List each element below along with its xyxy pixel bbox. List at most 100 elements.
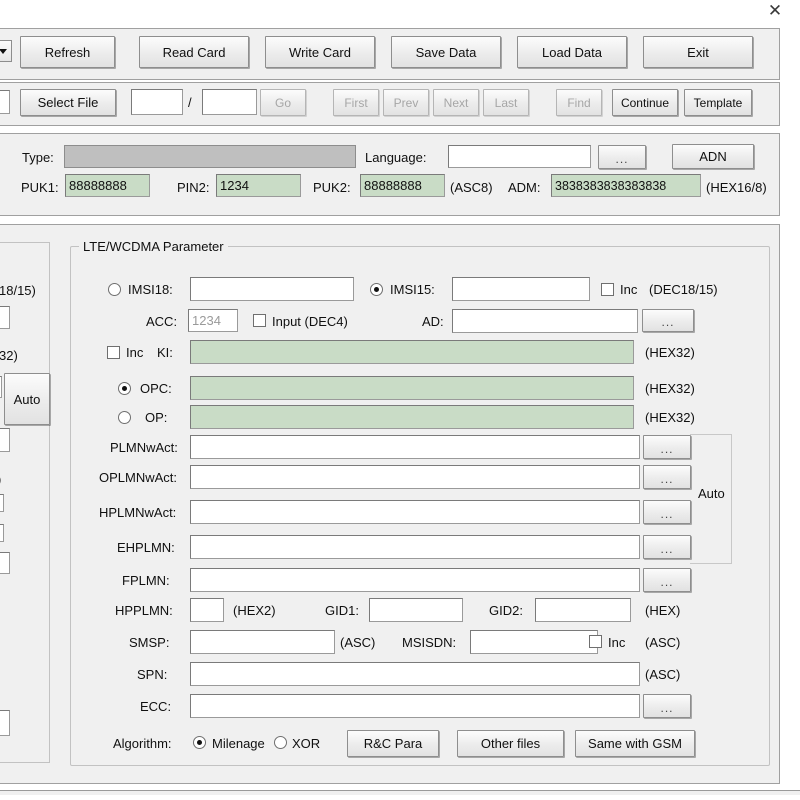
language-field[interactable] (448, 145, 591, 168)
ecc-field[interactable] (190, 694, 640, 718)
ki-inc-checkbox[interactable] (107, 346, 120, 359)
op-hint: (HEX32) (645, 410, 695, 425)
ecc-label: ECC: (140, 699, 172, 714)
ecc-browse-button[interactable]: ... (643, 694, 691, 718)
hpplmn-hint: (HEX2) (233, 603, 276, 618)
go-button[interactable]: Go (260, 89, 306, 116)
oplmnwact-browse-button[interactable]: ... (643, 465, 691, 489)
close-icon[interactable]: ✕ (766, 2, 784, 20)
record-index-input[interactable] (131, 89, 183, 115)
ki-field[interactable] (190, 340, 634, 364)
spn-field[interactable] (190, 662, 640, 686)
save-data-button[interactable]: Save Data (391, 36, 501, 68)
load-data-button[interactable]: Load Data (517, 36, 627, 68)
clipped-field-3[interactable] (0, 428, 10, 452)
acc-input-checkbox[interactable] (253, 314, 266, 327)
algorithm-xor-radio[interactable] (274, 736, 287, 749)
pin2-label: PIN2: (177, 180, 210, 195)
ad-browse-button[interactable]: ... (642, 309, 694, 332)
exit-button[interactable]: Exit (643, 36, 753, 68)
oplmnwact-field[interactable] (190, 465, 640, 489)
prev-label: Prev (393, 95, 419, 110)
file-path-field[interactable] (0, 90, 10, 114)
adn-button[interactable]: ADN (672, 144, 754, 169)
select-file-button[interactable]: Select File (20, 89, 116, 116)
type-label: Type: (22, 150, 54, 165)
op-radio[interactable] (118, 411, 131, 424)
imsi15-field[interactable] (452, 277, 590, 301)
rc-para-button[interactable]: R&C Para (347, 730, 439, 757)
imsi-inc-checkbox[interactable] (601, 283, 614, 296)
next-button[interactable]: Next (433, 89, 479, 116)
imsi18-radio[interactable] (108, 283, 121, 296)
read-card-button[interactable]: Read Card (139, 36, 249, 68)
last-button[interactable]: Last (483, 89, 529, 116)
imsi-hint: (DEC18/15) (649, 282, 718, 297)
fplmn-field[interactable] (190, 568, 640, 592)
first-button[interactable]: First (333, 89, 379, 116)
pin2-field[interactable]: 1234 (216, 174, 301, 197)
select-file-label: Select File (37, 95, 99, 110)
clipped-field-7[interactable] (0, 710, 10, 736)
next-label: Next (443, 95, 469, 110)
gid1-field[interactable] (369, 598, 463, 622)
plmnwact-field[interactable] (190, 435, 640, 459)
write-card-button[interactable]: Write Card (265, 36, 375, 68)
other-files-button[interactable]: Other files (457, 730, 564, 757)
refresh-label: Refresh (44, 44, 91, 60)
same-with-gsm-button[interactable]: Same with GSM (575, 730, 695, 757)
refresh-button[interactable]: Refresh (20, 36, 115, 68)
continue-button[interactable]: Continue (612, 89, 678, 116)
acc-value: 1234 (192, 313, 221, 328)
clipped-field-2[interactable] (0, 376, 2, 398)
puk2-field[interactable]: 88888888 (360, 174, 445, 197)
app-window: ✕ Refresh Read Card Write Card Save Data… (0, 0, 800, 800)
adm-field[interactable]: 3838383838383838 (551, 174, 701, 197)
ehplmn-browse-button[interactable]: ... (643, 535, 691, 559)
adm-label: ADM: (508, 180, 541, 195)
language-browse-button[interactable]: ... (598, 145, 646, 169)
puk1-field[interactable]: 88888888 (65, 174, 150, 197)
fplmn-browse-button[interactable]: ... (643, 568, 691, 592)
plmnwact-browse-button[interactable]: ... (643, 435, 691, 459)
go-label: Go (274, 95, 291, 110)
hpplmn-field[interactable] (190, 598, 224, 622)
acc-field[interactable]: 1234 (188, 309, 238, 332)
smsp-field[interactable] (190, 630, 335, 654)
type-field[interactable] (64, 145, 356, 168)
opc-radio[interactable] (118, 382, 131, 395)
template-label: Template (693, 95, 743, 110)
imsi15-radio[interactable] (370, 283, 383, 296)
hpplmn-label: HPPLMN: (115, 603, 173, 618)
clipped-auto-button[interactable]: Auto (4, 373, 50, 425)
prev-button[interactable]: Prev (383, 89, 429, 116)
gid2-label: GID2: (489, 603, 523, 618)
ehplmn-field[interactable] (190, 535, 640, 559)
clipped-field-6[interactable] (0, 552, 10, 574)
algorithm-xor-label: XOR (292, 736, 321, 751)
hplmnwact-browse-button[interactable]: ... (643, 500, 691, 524)
ki-label: KI: (157, 345, 173, 360)
opc-field[interactable] (190, 376, 634, 400)
op-field[interactable] (190, 405, 634, 429)
spn-hint: (ASC) (645, 667, 681, 682)
card-reader-dropdown-arrow[interactable] (0, 40, 12, 62)
clipped-field-4[interactable] (0, 494, 4, 512)
gid2-field[interactable] (535, 598, 631, 622)
msisdn-field[interactable] (470, 630, 598, 654)
record-total-input[interactable] (202, 89, 257, 115)
ki-hint: (HEX32) (645, 345, 695, 360)
template-button[interactable]: Template (684, 89, 752, 116)
window-bottom-edge (0, 790, 800, 795)
puk1-label: PUK1: (21, 180, 59, 195)
imsi18-field[interactable] (190, 277, 354, 301)
clipped-field-5[interactable] (0, 524, 4, 542)
msisdn-inc-checkbox[interactable] (589, 635, 602, 648)
oplmnwact-label: OPLMNwAct: (99, 470, 178, 485)
algorithm-milenage-radio[interactable] (193, 736, 206, 749)
clipped-field-1[interactable] (0, 306, 10, 329)
find-button[interactable]: Find (556, 89, 602, 116)
plmn-auto-label: Auto (698, 486, 725, 501)
hplmnwact-field[interactable] (190, 500, 640, 524)
ad-field[interactable] (452, 309, 638, 333)
